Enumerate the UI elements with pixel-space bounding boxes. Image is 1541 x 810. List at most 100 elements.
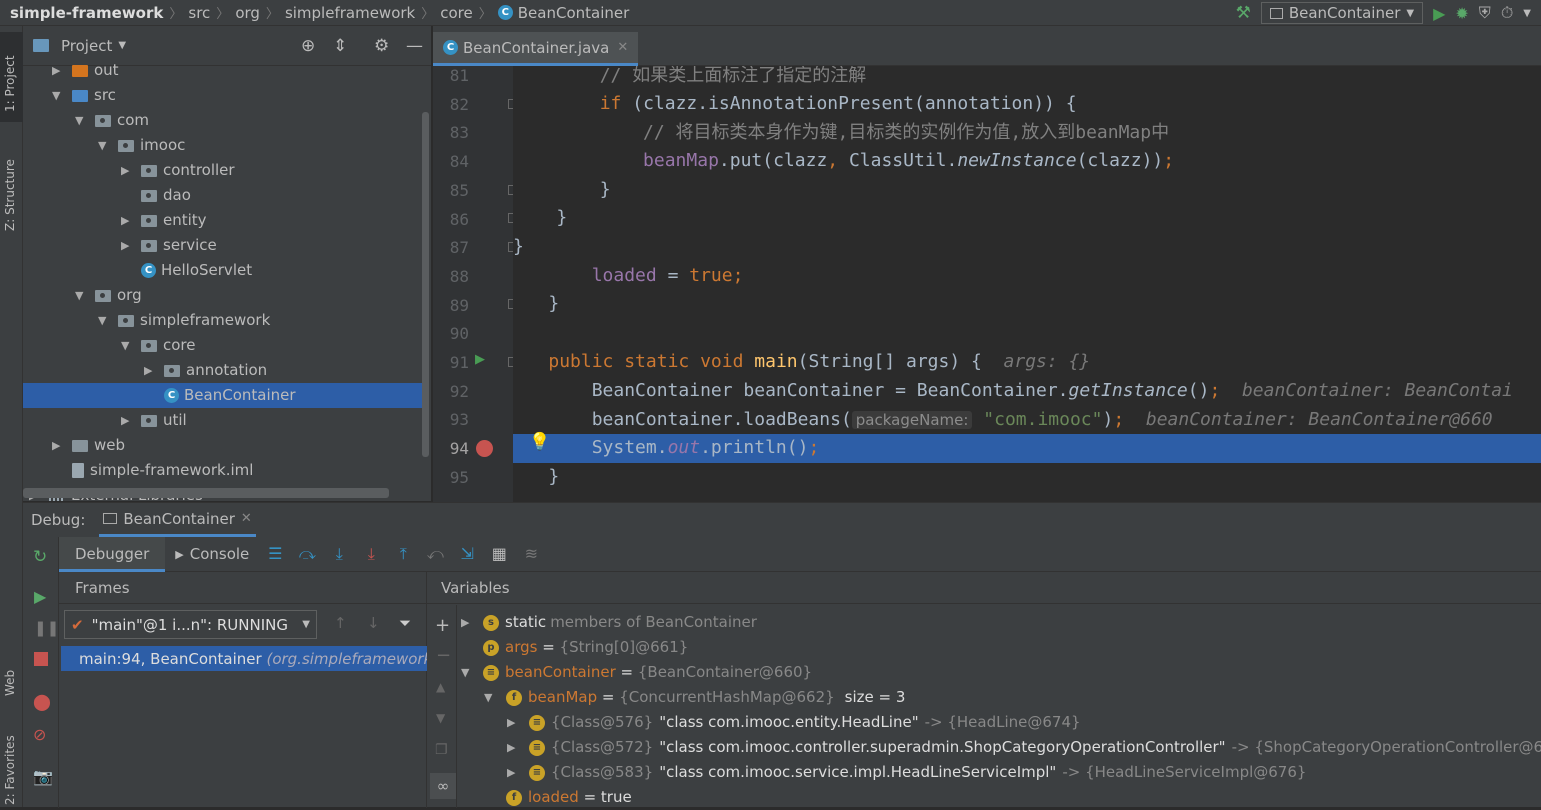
variable-row[interactable]: ▶ ≡ {Class@576} "class com.imooc.entity.Hea… [507,710,1081,735]
tree-item[interactable]: ▼ src [23,83,116,108]
structure-tool-button[interactable]: Z: Structure [0,141,23,241]
tree-item[interactable]: ▼ com [23,108,149,133]
chevron-right-icon[interactable]: ▶ [507,760,521,785]
tree-item[interactable]: ▶ controller [23,158,235,183]
web-tool-button[interactable]: Web [0,666,23,721]
add-watch-icon[interactable]: + [435,615,450,636]
resume-icon[interactable]: ▶ [34,587,46,606]
stop-icon[interactable] [34,652,48,666]
tree-item[interactable]: dao [23,183,191,208]
close-icon[interactable]: ✕ [617,40,628,55]
tree-item[interactable]: ▶ entity [23,208,207,233]
tab-console[interactable]: ▶ Console [165,537,259,572]
chevron-down-icon[interactable]: ▼ [98,308,112,333]
step-over-icon[interactable]: ⤼ [298,545,316,563]
favorites-tool-button[interactable]: 2: Favorites [0,735,23,807]
chevron-down-icon[interactable]: ▼ [484,685,498,710]
chevron-down-icon[interactable]: ▼ [75,283,89,308]
chevron-right-icon[interactable]: ▶ [507,735,521,760]
tree-scrollbar[interactable] [422,112,429,457]
tree-item[interactable]: ▼ org [23,283,142,308]
locate-icon[interactable]: ⊕ [301,36,315,56]
variable-row[interactable]: f loaded = true [484,785,632,810]
profile-icon[interactable]: ⏱ [1501,3,1513,23]
variable-row[interactable]: ▼ ≡ beanContainer = {BeanContainer@660} [461,660,812,685]
tree-item[interactable]: ▶ out [23,58,119,83]
run-icon[interactable]: ▶ [1433,4,1445,23]
chevron-down-icon[interactable]: ▼ [1523,8,1531,19]
view-breakpoints-icon[interactable]: ⬤ [33,692,51,711]
run-config-select[interactable]: BeanContainer ▼ [1260,2,1424,24]
tree-item[interactable]: ▼ core [23,333,196,358]
chevron-right-icon[interactable]: ▶ [461,610,475,635]
breadcrumb-src[interactable]: src [188,4,210,22]
debug-session-tab[interactable]: BeanContainer ✕ [99,503,256,537]
chevron-right-icon[interactable]: ▶ [121,158,135,183]
debug-icon[interactable]: ✹ [1455,4,1468,23]
frame-row[interactable]: main:94, BeanContainer (org.simpleframew… [61,646,427,671]
gear-icon[interactable]: ⚙ [374,36,389,56]
up-arrow-icon[interactable]: ↑ [334,614,347,632]
pause-icon[interactable]: ❚❚ [34,619,59,637]
chevron-down-icon[interactable]: ▼ [75,108,89,133]
chevron-down-icon[interactable]: ▼ [52,83,66,108]
variable-row[interactable]: ▶ s static members of BeanContainer [461,610,757,635]
project-view-select[interactable]: Project [61,37,112,55]
tree-item[interactable]: ▶ util [23,408,187,433]
chevron-down-icon[interactable]: ▼ [118,40,126,51]
step-out-icon[interactable]: ⤒ [394,545,412,563]
trace-icon[interactable]: ≋ [522,545,540,563]
chevron-right-icon[interactable]: ▶ [52,433,66,458]
run-gutter-icon[interactable]: ▶ [475,352,485,367]
tree-item[interactable]: simple-framework.iml [23,458,253,483]
collapse-all-icon[interactable]: ⇕ [333,36,347,56]
remove-watch-icon[interactable]: − [436,645,451,666]
tree-horizontal-scrollbar[interactable] [23,488,389,498]
run-to-cursor-icon[interactable]: ⇲ [458,545,476,563]
tree-item[interactable]: ▼ simpleframework [23,308,270,333]
tab-debugger[interactable]: Debugger [59,536,166,572]
breadcrumb-project[interactable]: simple-framework [10,4,163,22]
rerun-icon[interactable]: ↻ [33,547,47,567]
tree-item[interactable]: C HelloServlet [23,258,252,283]
chevron-down-icon[interactable]: ▼ [121,333,135,358]
close-icon[interactable]: ✕ [241,511,252,526]
down-arrow-icon[interactable]: ↓ [367,614,380,632]
chevron-right-icon[interactable]: ▶ [121,208,135,233]
breadcrumb-file[interactable]: BeanContainer [518,4,630,22]
tree-item[interactable]: C BeanContainer [23,383,429,408]
chevron-down-icon[interactable]: ▼ [461,660,475,685]
build-hammer-icon[interactable]: ⚒ [1236,3,1251,23]
tree-item[interactable]: ▶ service [23,233,217,258]
chevron-right-icon[interactable]: ▶ [144,358,158,383]
breadcrumb-core[interactable]: core [440,4,473,22]
force-step-into-icon[interactable]: ⤓ [362,545,380,563]
thread-select[interactable]: ✔ "main"@1 i...n": RUNNING ▼ [64,610,317,639]
chevron-down-icon[interactable]: ▼ [98,133,112,158]
project-tool-button[interactable]: 1: Project [0,32,23,122]
lightbulb-icon[interactable]: 💡 [529,432,550,452]
evaluate-icon[interactable]: ▦ [490,545,508,563]
tab-beancontainer-java[interactable]: C BeanContainer.java ✕ [433,32,639,66]
code-editor[interactable]: // 如果类上面标注了指定的注解 if (clazz.isAnnotationP… [513,66,1541,502]
chevron-right-icon[interactable]: ▶ [121,408,135,433]
tree-item[interactable]: ▶ web [23,433,125,458]
breadcrumb-simpleframework[interactable]: simpleframework [285,4,415,22]
move-down-icon[interactable]: ▼ [436,711,445,725]
variable-row[interactable]: ▶ ≡ {Class@583} "class com.imooc.service.im… [507,760,1306,785]
move-up-icon[interactable]: ▲ [436,680,445,694]
filter-icon[interactable]: ⏷ [399,614,411,632]
variable-row[interactable]: p args = {String[0]@661} [461,635,688,660]
variable-row[interactable]: ▶ ≡ {Class@572} "class com.imooc.controller… [507,735,1541,760]
drop-frame-icon[interactable]: ⤺ [426,545,444,563]
coverage-icon[interactable]: ⛨ [1479,3,1491,23]
chevron-right-icon[interactable]: ▶ [52,58,66,83]
copy-icon[interactable]: ❐ [435,742,448,758]
mute-breakpoints-icon[interactable]: ⊘ [33,725,46,744]
tree-item[interactable]: ▼ imooc [23,133,185,158]
breadcrumb-org[interactable]: org [235,4,260,22]
breakpoint-icon[interactable] [476,440,493,457]
chevron-right-icon[interactable]: ▶ [121,233,135,258]
variable-row[interactable]: ▼ f beanMap = {ConcurrentHashMap@662} size … [484,685,905,710]
tree-item[interactable]: ▶ annotation [23,358,267,383]
